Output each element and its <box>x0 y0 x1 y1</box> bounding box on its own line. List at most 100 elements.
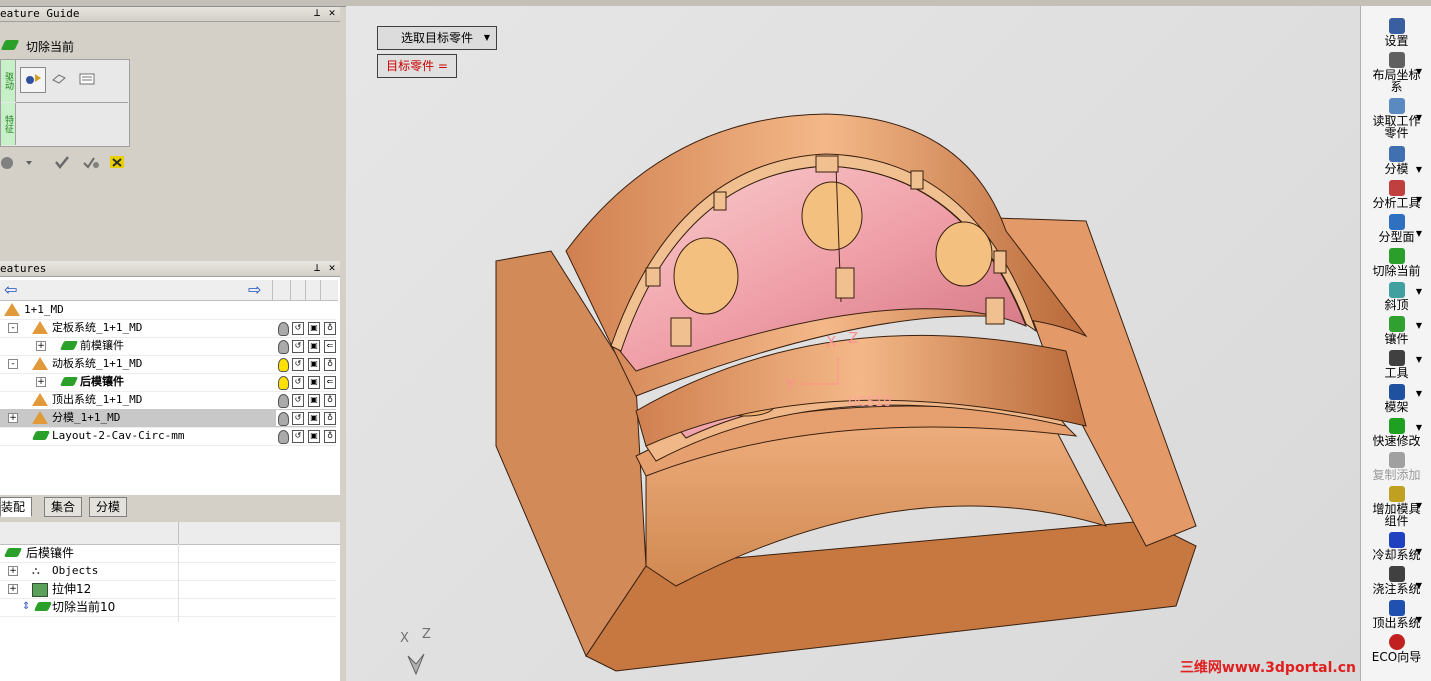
tool-parting[interactable]: 分模 ▼ <box>1361 146 1431 175</box>
visibility-bulb-icon[interactable] <box>278 322 289 336</box>
copy-icon[interactable]: ▣ <box>308 394 320 407</box>
tab-parting[interactable]: 分模 <box>89 497 128 517</box>
tab-collection[interactable]: 集合 <box>44 497 83 517</box>
list-icon[interactable] <box>79 72 95 86</box>
tool-copy-add[interactable]: 复制添加 <box>1361 452 1431 481</box>
apply-icon[interactable] <box>82 154 100 170</box>
tool-add-mold-component[interactable]: 增加模具组件 ▼ <box>1361 486 1431 527</box>
collapse-toggle[interactable]: - <box>8 323 18 333</box>
tree-row[interactable]: + ⛬ Objects <box>0 562 336 581</box>
tool-cooling[interactable]: 冷却系统 ▼ <box>1361 532 1431 561</box>
tree-row[interactable]: - 动板系统_1+1_MD ↺ ▣ ♁ <box>0 355 336 374</box>
suppress-icon[interactable]: ↺ <box>292 358 304 371</box>
copy-icon[interactable]: ▣ <box>308 412 320 425</box>
tool-lifter[interactable]: 斜顶 ▼ <box>1361 282 1431 311</box>
visibility-bulb-icon[interactable] <box>278 358 289 372</box>
triad-z-label: Z <box>422 627 431 642</box>
copy-icon[interactable]: ▣ <box>308 358 320 371</box>
lock-icon[interactable]: ♁ <box>324 358 336 371</box>
visibility-bulb-icon[interactable] <box>278 340 289 354</box>
tool-layout-csys[interactable]: 布局坐标系 ▼ <box>1361 52 1431 93</box>
tool-load-work-part[interactable]: 读取工作零件 ▼ <box>1361 98 1431 139</box>
suppress-icon[interactable]: ↺ <box>292 340 304 353</box>
lock-icon[interactable]: ♁ <box>324 394 336 407</box>
copy-icon[interactable]: ▣ <box>308 322 320 335</box>
suppress-icon[interactable]: ↺ <box>292 322 304 335</box>
guide-side-tab-drive[interactable]: 驱动 <box>1 60 16 102</box>
cooling-icon <box>1388 532 1405 548</box>
back-arrow-icon[interactable]: ⇦ <box>4 281 17 299</box>
lock-icon[interactable]: ♁ <box>324 430 336 443</box>
tree-row-label: 前模镶件 <box>80 339 124 352</box>
tool-eco-wizard[interactable]: ECO向导 <box>1361 634 1431 663</box>
ok-icon[interactable] <box>54 154 70 170</box>
copy-icon[interactable]: ▣ <box>308 430 320 443</box>
tree-row[interactable]: 顶出系统_1+1_MD ↺ ▣ ♁ <box>0 391 336 410</box>
mold-insert-model[interactable]: X Z Y UCS10 X Z <box>346 6 1360 681</box>
copy-icon[interactable]: ▣ <box>308 376 320 389</box>
insert-icon <box>1388 316 1405 332</box>
tool-insert[interactable]: 镶件 ▼ <box>1361 316 1431 345</box>
tree-row[interactable]: + 前模镶件 ↺ ▣ ⇐ <box>0 337 336 356</box>
collapse-toggle[interactable]: - <box>8 359 18 369</box>
tree-row[interactable]: 后模镶件 <box>0 544 336 563</box>
tool-parting-surface[interactable]: 分型面 ▼ <box>1361 214 1431 243</box>
row-flags: ↺ ▣ ♁ <box>276 320 336 336</box>
tool-cut-current[interactable]: 切除当前 <box>1361 248 1431 277</box>
suppress-icon[interactable]: ↺ <box>292 430 304 443</box>
pin-icon[interactable]: ⊥ <box>310 261 324 275</box>
tree-row[interactable]: + 拉伸12 <box>0 580 336 599</box>
row-flags: ↺ ▣ ♁ <box>276 410 336 426</box>
suppress-icon[interactable]: ↺ <box>292 394 304 407</box>
face-icon[interactable] <box>51 72 67 86</box>
cancel-icon[interactable] <box>108 154 126 170</box>
eco-wizard-icon <box>1388 634 1405 650</box>
guide-side-tab-feature[interactable]: 特征 <box>1 103 16 145</box>
close-icon[interactable]: ✕ <box>325 6 339 20</box>
pin-icon[interactable]: ⊥ <box>310 6 324 20</box>
suppress-icon[interactable]: ↺ <box>292 412 304 425</box>
link-icon[interactable]: ⇐ <box>324 376 336 389</box>
forward-arrow-icon[interactable]: ⇨ <box>248 281 261 299</box>
tab-assembly[interactable]: 装配 <box>0 497 33 517</box>
tool-settings[interactable]: 设置 <box>1361 18 1431 47</box>
visibility-bulb-icon[interactable] <box>278 376 289 390</box>
visibility-bulb-icon[interactable] <box>278 394 289 408</box>
features-title: eatures <box>0 262 47 275</box>
visibility-bulb-icon[interactable] <box>278 412 289 426</box>
tool-tools[interactable]: 工具 ▼ <box>1361 350 1431 379</box>
expand-toggle[interactable]: + <box>8 566 18 576</box>
tree-row[interactable]: + 分模_1+1_MD ↺ ▣ ♁ <box>0 409 336 428</box>
features-titlebar: eatures ⊥ ✕ <box>0 261 340 277</box>
expand-toggle[interactable]: + <box>8 413 18 423</box>
tool-ejection[interactable]: 顶出系统 ▼ <box>1361 600 1431 629</box>
select-body-icon[interactable] <box>20 67 46 93</box>
csys-icon <box>1388 52 1405 68</box>
tool-mold-base[interactable]: 模架 ▼ <box>1361 384 1431 413</box>
tree-row[interactable]: ⇕ 切除当前10 <box>0 598 336 617</box>
expand-toggle[interactable]: + <box>36 377 46 387</box>
suppress-icon[interactable]: ↺ <box>292 376 304 389</box>
assembly-icon <box>4 303 20 316</box>
tree-row[interactable]: 1+1_MD <box>0 301 336 320</box>
tool-analysis[interactable]: 分析工具 ▼ <box>1361 180 1431 209</box>
row-flags: ↺ ▣ ♁ <box>276 356 336 372</box>
close-icon[interactable]: ✕ <box>325 261 339 275</box>
tool-quick-modify[interactable]: 快速修改 ▼ <box>1361 418 1431 447</box>
copy-icon[interactable]: ▣ <box>308 340 320 353</box>
tree-row[interactable]: - 定板系统_1+1_MD ↺ ▣ ♁ <box>0 319 336 338</box>
expand-toggle[interactable]: + <box>36 341 46 351</box>
assembly-icon <box>32 357 48 370</box>
features-nav-bar: ⇦ ⇨ <box>0 280 338 301</box>
link-icon[interactable]: ⇐ <box>324 340 336 353</box>
preview-icon[interactable] <box>0 154 32 170</box>
expand-toggle[interactable]: + <box>8 584 18 594</box>
graphics-viewport[interactable]: 选取目标零件 ▼ 目标零件 = X Z Y UCS10 X Z 三维网www.3… <box>346 6 1360 681</box>
tree-row[interactable]: Layout-2-Cav-Circ-mm ↺ ▣ ♁ <box>0 427 336 446</box>
tool-gating[interactable]: 浇注系统 ▼ <box>1361 566 1431 595</box>
visibility-bulb-icon[interactable] <box>278 430 289 444</box>
tools-icon <box>1388 350 1405 366</box>
lock-icon[interactable]: ♁ <box>324 322 336 335</box>
tree-row[interactable]: + 后模镶件 ↺ ▣ ⇐ <box>0 373 336 392</box>
lock-icon[interactable]: ♁ <box>324 412 336 425</box>
